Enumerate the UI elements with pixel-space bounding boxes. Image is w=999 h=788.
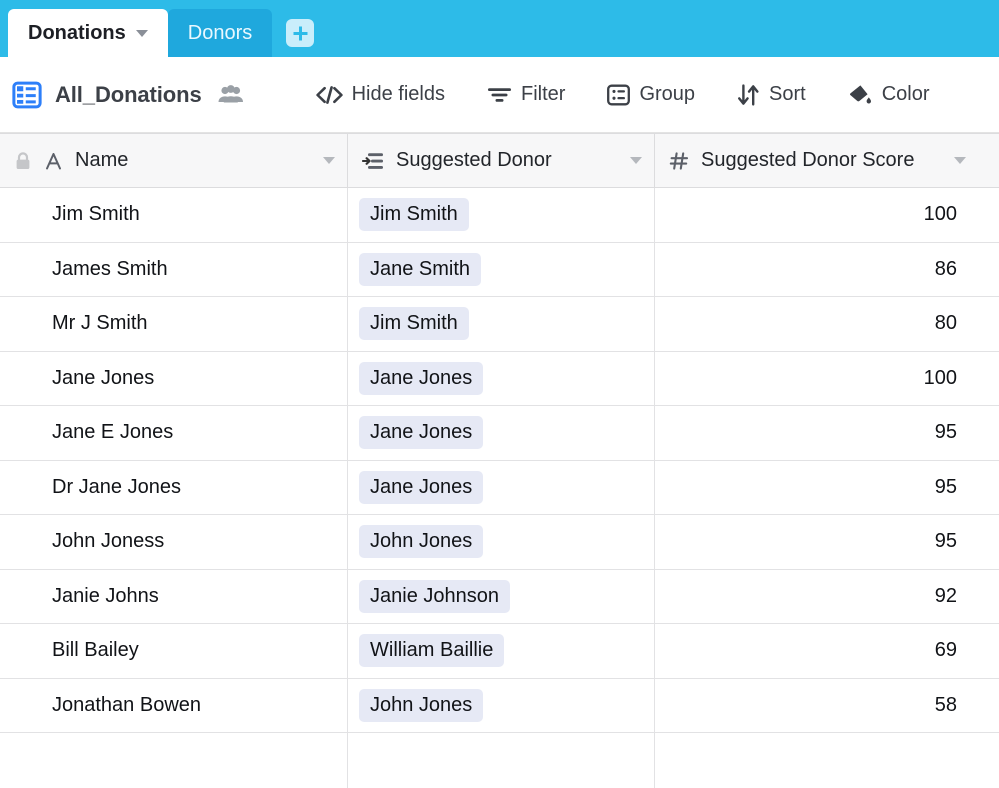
chevron-down-icon[interactable]	[135, 29, 148, 37]
table-row[interactable]: Bill Bailey William Baillie 69	[0, 624, 999, 679]
table-row[interactable]: Dr Jane Jones Jane Jones 95	[0, 460, 999, 515]
linked-record-chip[interactable]: Janie Johnson	[359, 579, 510, 613]
view-toolbar: All_Donations Hide fields Filter Group S…	[0, 57, 999, 133]
tab-donations-label: Donations	[28, 21, 126, 44]
text-field-icon	[46, 152, 61, 169]
cell-suggested-donor-score[interactable]: 69	[655, 624, 978, 678]
linked-record-chip[interactable]: Jane Jones	[359, 416, 484, 450]
cell-suggested-donor-score[interactable]: 100	[655, 188, 978, 242]
cell-suggested-donor-score[interactable]: 58	[655, 679, 978, 733]
cell-suggested-donor[interactable]: Jane Jones	[348, 352, 654, 406]
linked-record-chip[interactable]: John Jones	[359, 688, 484, 722]
cell-name[interactable]: Bill Bailey	[0, 624, 347, 678]
cell-name[interactable]: Jane Jones	[0, 352, 347, 406]
column-header-suggested-donor-label: Suggested Donor	[396, 149, 552, 171]
view-name: All_Donations	[55, 81, 202, 107]
column-header-suggested-donor-score-label: Suggested Donor Score	[701, 149, 915, 171]
linked-record-chip[interactable]: Jim Smith	[359, 307, 469, 341]
group-button[interactable]: Group	[599, 77, 703, 112]
filter-icon	[488, 87, 511, 102]
cell-suggested-donor-score[interactable]: 95	[655, 406, 978, 460]
cell-name[interactable]: Janie Johns	[0, 570, 347, 624]
cell-suggested-donor[interactable]: John Jones	[348, 515, 654, 569]
color-label: Color	[881, 83, 930, 105]
group-icon	[607, 84, 631, 105]
cell-name[interactable]: Jim Smith	[0, 188, 347, 242]
cell-name[interactable]: John Joness	[0, 515, 347, 569]
cell-suggested-donor[interactable]: Jane Jones	[348, 461, 654, 515]
color-icon	[849, 84, 871, 103]
group-label: Group	[639, 83, 696, 105]
lock-icon	[16, 151, 30, 169]
cell-suggested-donor-score[interactable]: 95	[655, 461, 978, 515]
cell-suggested-donor[interactable]: Jane Jones	[348, 406, 654, 460]
cell-suggested-donor[interactable]: William Baillie	[348, 624, 654, 678]
tab-donors-label: Donors	[187, 21, 253, 44]
cell-suggested-donor-score[interactable]: 86	[655, 243, 978, 297]
grid-header-row: Name Suggested Donor Suggested Donor Sco…	[0, 133, 999, 188]
cell-name[interactable]: Jane E Jones	[0, 406, 347, 460]
hide-fields-label: Hide fields	[351, 83, 445, 105]
column-header-name[interactable]: Name	[0, 134, 347, 187]
cell-suggested-donor[interactable]: John Jones	[348, 679, 654, 733]
table-row[interactable]: Jane Jones Jane Jones 100	[0, 351, 999, 406]
linked-record-chip[interactable]: Jane Smith	[359, 252, 482, 286]
add-table-button[interactable]	[286, 19, 315, 47]
table-row[interactable]: Jonathan Bowen John Jones 58	[0, 678, 999, 733]
filter-button[interactable]: Filter	[479, 77, 573, 112]
chevron-down-icon[interactable]	[323, 157, 335, 164]
linked-record-chip[interactable]: John Jones	[359, 525, 484, 559]
sort-label: Sort	[769, 83, 806, 105]
grid-view-icon	[12, 81, 42, 108]
cell-name[interactable]: James Smith	[0, 243, 347, 297]
table-row[interactable]: James Smith Jane Smith 86	[0, 242, 999, 297]
column-header-suggested-donor-score[interactable]: Suggested Donor Score	[655, 134, 978, 187]
column-header-suggested-donor[interactable]: Suggested Donor	[348, 134, 654, 187]
cell-suggested-donor-score[interactable]: 95	[655, 515, 978, 569]
tab-donations[interactable]: Donations	[8, 9, 168, 57]
hide-fields-icon	[315, 85, 343, 104]
cell-suggested-donor[interactable]: Jim Smith	[348, 188, 654, 242]
cell-suggested-donor-score[interactable]: 100	[655, 352, 978, 406]
chevron-down-icon[interactable]	[954, 157, 966, 164]
cell-name[interactable]: Mr J Smith	[0, 297, 347, 351]
add-record-row[interactable]	[0, 733, 999, 788]
cell-name[interactable]: Jonathan Bowen	[0, 679, 347, 733]
cell-suggested-donor[interactable]: Jane Smith	[348, 243, 654, 297]
filter-label: Filter	[521, 83, 566, 105]
cell-suggested-donor-score[interactable]: 92	[655, 570, 978, 624]
table-row[interactable]: Jim Smith Jim Smith 100	[0, 188, 999, 243]
tab-bar: Donations Donors	[0, 0, 999, 57]
table-row[interactable]: Mr J Smith Jim Smith 80	[0, 297, 999, 352]
record-grid: Name Suggested Donor Suggested Donor Sco…	[0, 133, 999, 788]
cell-suggested-donor[interactable]: Jim Smith	[348, 297, 654, 351]
cell-suggested-donor[interactable]: Janie Johnson	[348, 570, 654, 624]
table-row[interactable]: Jane E Jones Jane Jones 95	[0, 406, 999, 461]
hide-fields-button[interactable]: Hide fields	[308, 77, 453, 112]
cell-name[interactable]: Dr Jane Jones	[0, 461, 347, 515]
view-switcher[interactable]: All_Donations	[12, 80, 202, 110]
table-row[interactable]: Janie Johns Janie Johnson 92	[0, 569, 999, 624]
chevron-down-icon[interactable]	[630, 157, 642, 164]
linked-record-icon	[362, 152, 383, 169]
tab-donors[interactable]: Donors	[167, 9, 273, 57]
linked-record-chip[interactable]: Jane Jones	[359, 470, 484, 504]
sort-icon	[738, 83, 759, 106]
plus-icon	[293, 26, 308, 40]
collaborators-icon[interactable]	[216, 83, 246, 107]
number-field-icon	[669, 151, 689, 170]
grid-rows: Jim Smith Jim Smith 100 James Smith Jane Smi…	[0, 188, 999, 733]
linked-record-chip[interactable]: Jim Smith	[359, 198, 469, 232]
cell-suggested-donor-score[interactable]: 80	[655, 297, 978, 351]
table-row[interactable]: John Joness John Jones 95	[0, 515, 999, 570]
sort-button[interactable]: Sort	[729, 77, 814, 112]
column-header-name-label: Name	[75, 149, 129, 171]
linked-record-chip[interactable]: Jane Jones	[359, 361, 484, 395]
linked-record-chip[interactable]: William Baillie	[359, 634, 505, 668]
color-button[interactable]: Color	[840, 77, 938, 112]
